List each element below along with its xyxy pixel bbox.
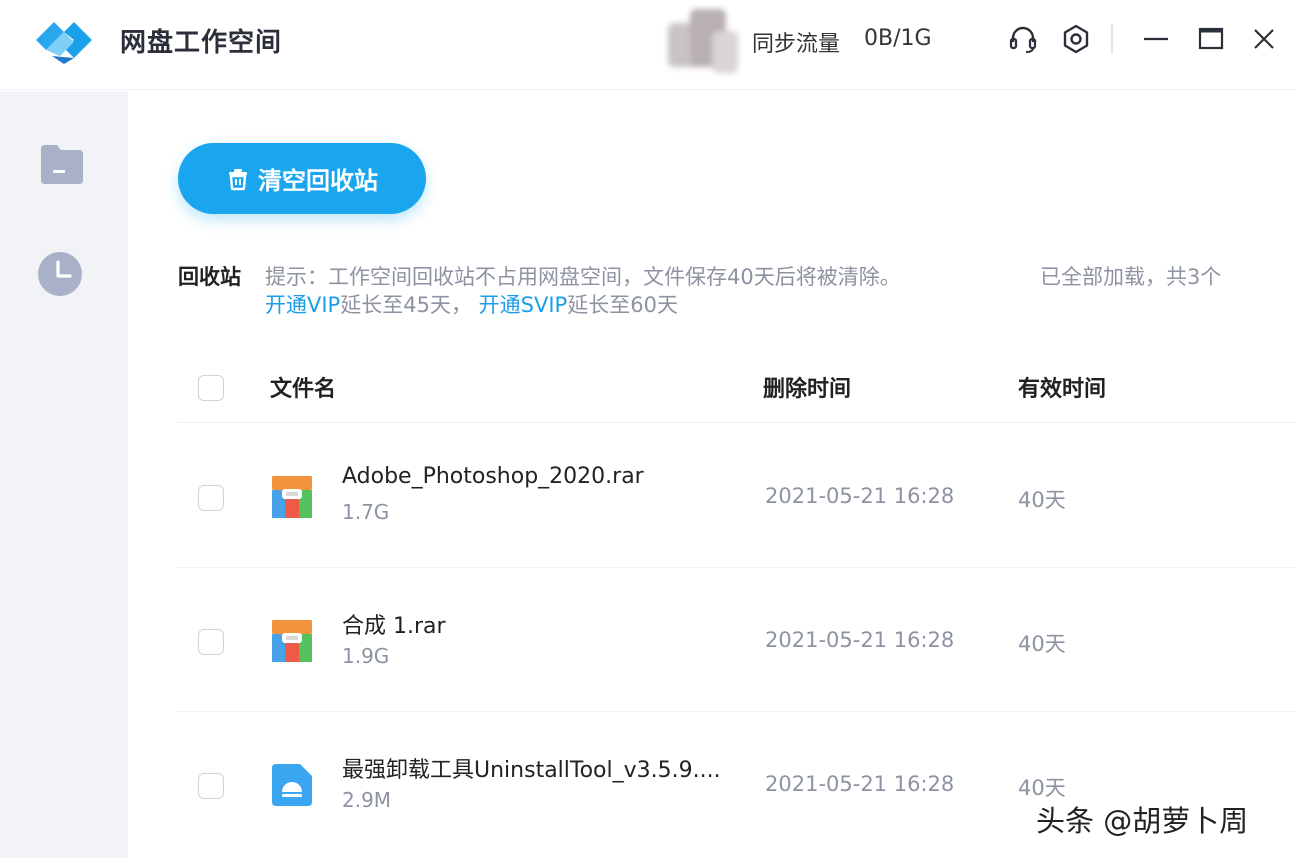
valid-time: 40天 xyxy=(1018,632,1066,656)
sync-traffic-label: 同步流量 xyxy=(752,32,841,57)
row-checkbox[interactable] xyxy=(198,773,224,799)
minimize-icon[interactable] xyxy=(1140,22,1174,56)
rar-archive-icon xyxy=(272,476,312,518)
maximize-icon[interactable] xyxy=(1194,22,1228,56)
open-svip-link[interactable]: 开通SVIP xyxy=(479,293,568,317)
file-size: 1.9G xyxy=(342,644,390,668)
folder-icon[interactable] xyxy=(39,143,85,185)
vip-extension-text: 延长至45天， xyxy=(340,293,472,317)
open-vip-link[interactable]: 开通VIP xyxy=(265,293,340,317)
column-header-valid-time[interactable]: 有效时间 xyxy=(1018,371,1106,403)
empty-recycle-bin-label: 清空回收站 xyxy=(258,167,378,195)
deleted-time: 2021-05-21 16:28 xyxy=(765,484,955,508)
select-all-checkbox[interactable] xyxy=(198,375,224,401)
sidebar xyxy=(0,91,128,858)
headset-icon[interactable] xyxy=(1006,22,1040,56)
file-name[interactable]: 合成 1.rar xyxy=(342,608,446,640)
table-row[interactable]: 合成 1.rar 1.9G 2021-05-21 16:28 40天 xyxy=(178,568,1296,712)
avatar[interactable] xyxy=(660,5,744,81)
empty-recycle-bin-button[interactable]: 清空回收站 xyxy=(178,143,426,214)
retention-tip: 提示：工作空间回收站不占用网盘空间，文件保存40天后将被清除。 xyxy=(265,265,901,289)
main-panel: 清空回收站 回收站 提示：工作空间回收站不占用网盘空间，文件保存40天后将被清除… xyxy=(128,91,1296,858)
valid-time: 40天 xyxy=(1018,488,1066,512)
row-checkbox[interactable] xyxy=(198,485,224,511)
clock-icon[interactable] xyxy=(37,251,83,297)
deleted-time: 2021-05-21 16:28 xyxy=(765,772,955,796)
title-bar: 网盘工作空间 同步流量 0B/1G xyxy=(0,0,1296,90)
trash-icon xyxy=(229,168,247,190)
installer-icon xyxy=(272,764,312,806)
watermark: 头条 @胡萝卜周 xyxy=(1036,804,1249,838)
loaded-count: 已全部加载，共3个 xyxy=(1040,265,1222,289)
file-name[interactable]: Adobe_Photoshop_2020.rar xyxy=(342,464,644,489)
file-size: 2.9M xyxy=(342,788,392,812)
settings-icon[interactable] xyxy=(1059,22,1093,56)
column-header-name[interactable]: 文件名 xyxy=(270,371,336,403)
upgrade-tip: 开通VIP延长至45天， 开通SVIP延长至60天 xyxy=(265,289,678,319)
app-logo-icon xyxy=(36,22,92,64)
rar-archive-icon xyxy=(272,620,312,662)
row-checkbox[interactable] xyxy=(198,629,224,655)
titlebar-divider xyxy=(1111,24,1113,54)
table-header: 文件名 删除时间 有效时间 xyxy=(178,353,1296,423)
deleted-time: 2021-05-21 16:28 xyxy=(765,628,955,652)
column-header-deleted-time[interactable]: 删除时间 xyxy=(763,371,851,403)
section-title: 回收站 xyxy=(178,265,241,289)
file-size: 1.7G xyxy=(342,500,390,524)
close-icon[interactable] xyxy=(1247,22,1281,56)
app-title: 网盘工作空间 xyxy=(120,28,283,58)
table-row[interactable]: Adobe_Photoshop_2020.rar 1.7G 2021-05-21… xyxy=(178,424,1296,568)
svip-extension-text: 延长至60天 xyxy=(567,293,678,317)
file-name[interactable]: 最强卸载工具UninstallTool_v3.5.9.... xyxy=(342,752,721,784)
sync-traffic-value: 0B/1G xyxy=(864,26,932,51)
